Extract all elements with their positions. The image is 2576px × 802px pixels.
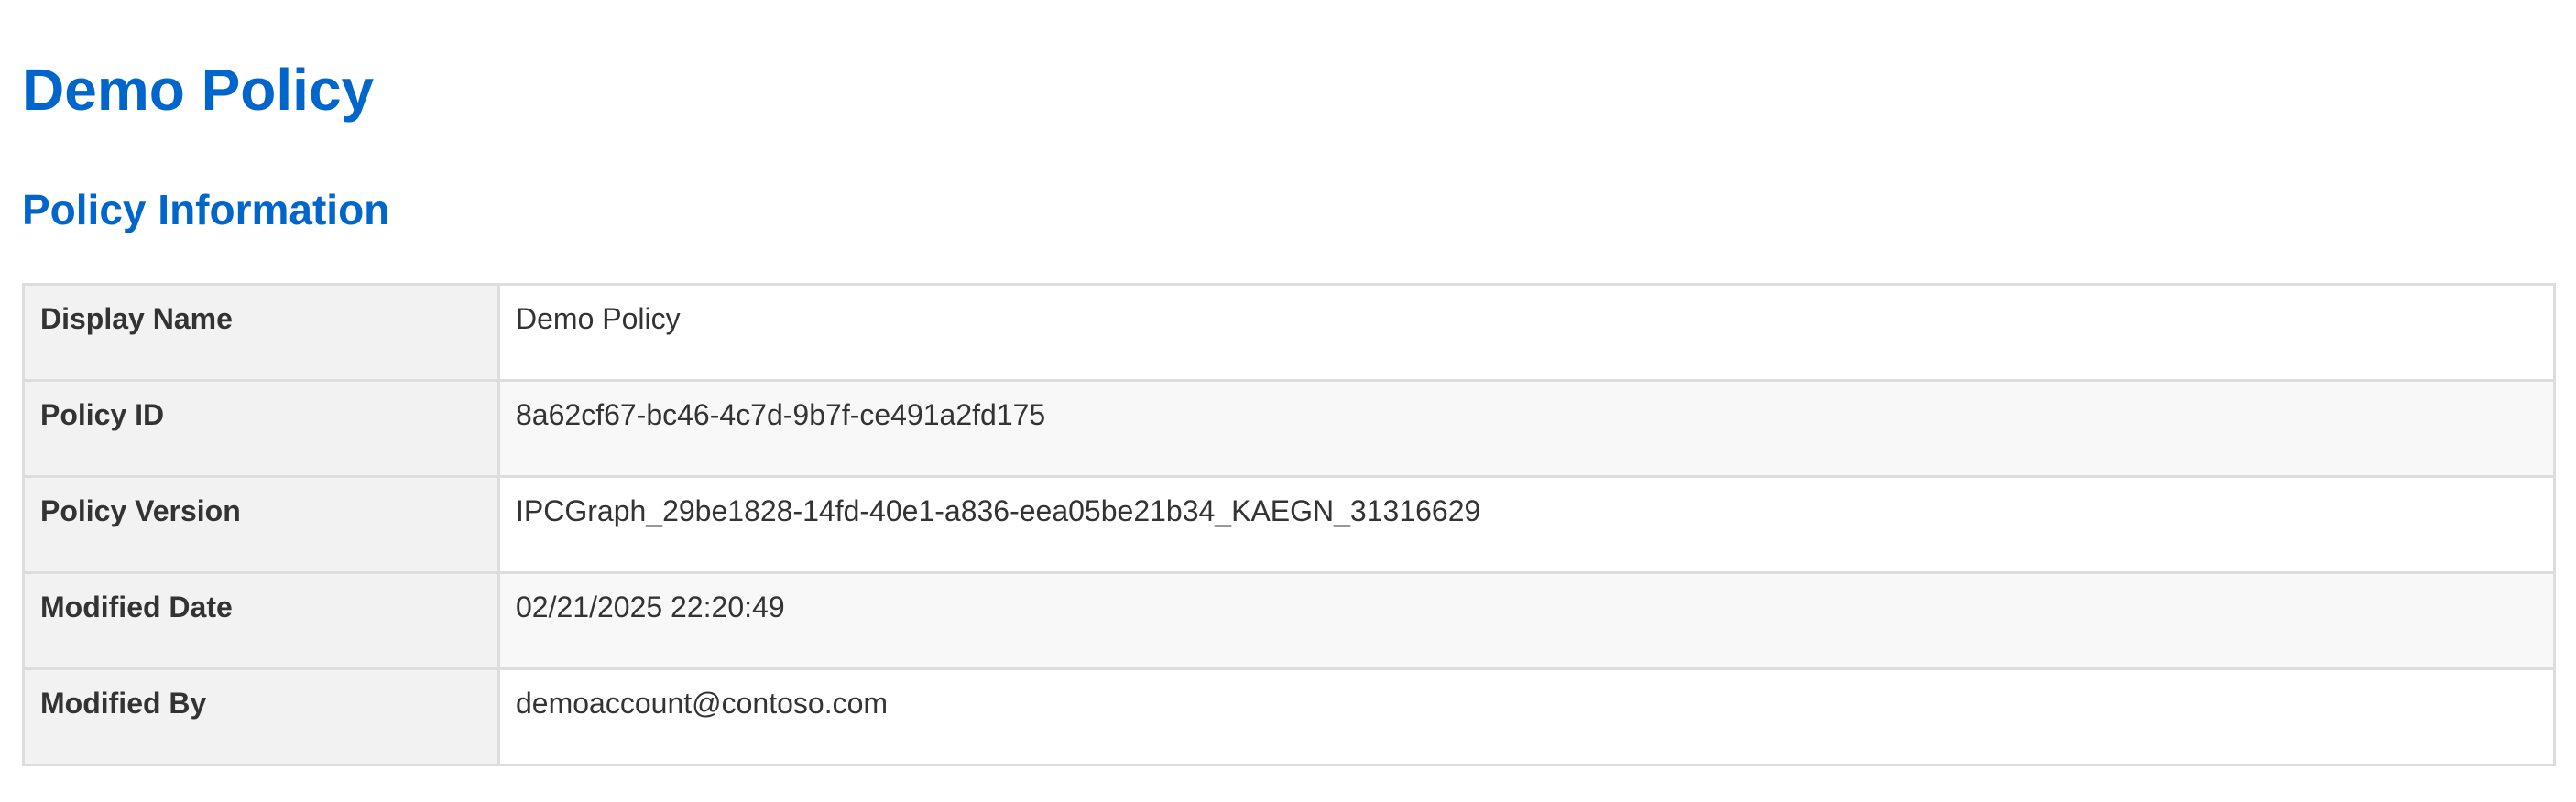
row-value: 8a62cf67-bc46-4c7d-9b7f-ce491a2fd175 <box>497 379 2556 478</box>
section-title-policy-information: Policy Information <box>22 186 390 233</box>
row-value: 02/21/2025 22:20:49 <box>497 571 2556 670</box>
table-row-policy-version: Policy Version IPCGraph_29be1828-14fd-40… <box>22 475 2556 574</box>
policy-information-table: Display Name Demo Policy Policy ID 8a62c… <box>22 283 2556 766</box>
table-row-display-name: Display Name Demo Policy <box>22 283 2556 382</box>
row-value: Demo Policy <box>497 283 2556 382</box>
row-label: Policy ID <box>22 379 500 478</box>
table-row-modified-date: Modified Date 02/21/2025 22:20:49 <box>22 571 2556 670</box>
row-label: Policy Version <box>22 475 500 574</box>
page-title: Demo Policy <box>22 57 375 123</box>
row-label: Display Name <box>22 283 500 382</box>
row-label: Modified Date <box>22 571 500 670</box>
row-value: IPCGraph_29be1828-14fd-40e1-a836-eea05be… <box>497 475 2556 574</box>
table-row-modified-by: Modified By demoaccount@contoso.com <box>22 667 2556 766</box>
row-value: demoaccount@contoso.com <box>497 667 2556 766</box>
row-label: Modified By <box>22 667 500 766</box>
table-row-policy-id: Policy ID 8a62cf67-bc46-4c7d-9b7f-ce491a… <box>22 379 2556 478</box>
